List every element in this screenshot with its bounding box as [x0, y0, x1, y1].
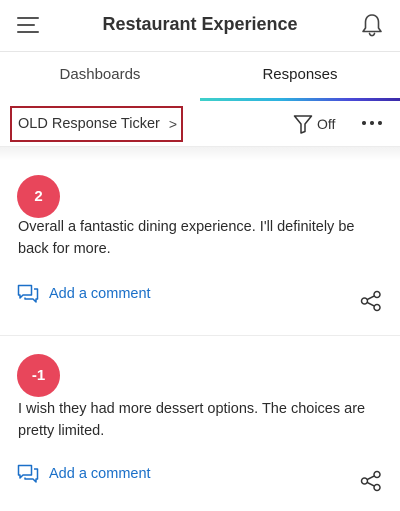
app-header: Restaurant Experience: [0, 0, 400, 52]
responses-toolbar: OLD Response Ticker > Off: [0, 101, 400, 147]
tab-responses[interactable]: Responses: [200, 52, 400, 100]
response-ticker-selector[interactable]: OLD Response Ticker >: [10, 106, 183, 142]
score-badge: 2: [17, 175, 60, 218]
bell-icon[interactable]: [360, 12, 384, 38]
more-horizontal-icon[interactable]: [362, 116, 384, 130]
tab-dashboards[interactable]: Dashboards: [0, 52, 200, 100]
toolbar-shadow: [0, 147, 400, 161]
comment-icon: [17, 284, 39, 303]
response-card: -1 I wish they had more dessert options.…: [0, 337, 400, 511]
comment-icon: [17, 464, 39, 483]
chevron-right-icon: >: [168, 116, 178, 132]
share-icon[interactable]: [360, 290, 382, 312]
share-icon[interactable]: [360, 470, 382, 492]
filter-status: Off: [317, 116, 336, 132]
page-title: Restaurant Experience: [102, 14, 298, 34]
funnel-icon: [293, 115, 313, 134]
add-comment-label: Add a comment: [49, 286, 151, 302]
tab-bar: Dashboards Responses: [0, 52, 400, 100]
ticker-label: OLD Response Ticker: [18, 116, 160, 132]
response-card: 2 Overall a fantastic dining experience.…: [0, 160, 400, 336]
score-badge: -1: [17, 354, 60, 397]
add-comment-label: Add a comment: [49, 466, 151, 482]
response-text: I wish they had more dessert options. Th…: [18, 401, 366, 439]
response-text: Overall a fantastic dining experience. I…: [18, 219, 355, 257]
add-comment-button[interactable]: Add a comment: [17, 464, 151, 484]
add-comment-button[interactable]: Add a comment: [17, 284, 151, 304]
filter-button[interactable]: Off: [292, 113, 335, 135]
